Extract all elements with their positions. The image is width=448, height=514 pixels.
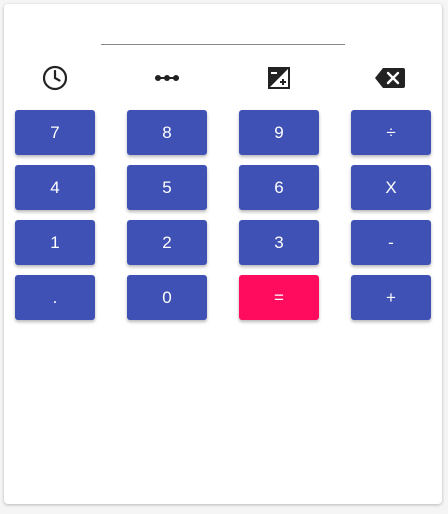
key-divide[interactable]: ÷ — [351, 110, 431, 155]
key-multiply[interactable]: X — [351, 165, 431, 210]
toolbar — [4, 62, 442, 94]
key-subtract[interactable]: - — [351, 220, 431, 265]
display-underline — [101, 44, 345, 45]
key-7[interactable]: 7 — [15, 110, 95, 155]
key-5[interactable]: 5 — [127, 165, 207, 210]
key-9[interactable]: 9 — [239, 110, 319, 155]
key-6[interactable]: 6 — [239, 165, 319, 210]
key-1[interactable]: 1 — [15, 220, 95, 265]
key-4[interactable]: 4 — [15, 165, 95, 210]
plus-minus-icon[interactable] — [263, 62, 295, 94]
display-value — [101, 18, 345, 42]
key-2[interactable]: 2 — [127, 220, 207, 265]
key-3[interactable]: 3 — [239, 220, 319, 265]
line-options-icon[interactable] — [151, 62, 183, 94]
key-8[interactable]: 8 — [127, 110, 207, 155]
key-0[interactable]: 0 — [127, 275, 207, 320]
calculator-card: 7 8 9 ÷ 4 5 6 X 1 2 3 - . 0 = + — [4, 4, 442, 504]
key-add[interactable]: + — [351, 275, 431, 320]
backspace-icon[interactable] — [374, 62, 406, 94]
history-icon[interactable] — [39, 62, 71, 94]
key-decimal[interactable]: . — [15, 275, 95, 320]
key-equals[interactable]: = — [239, 275, 319, 320]
